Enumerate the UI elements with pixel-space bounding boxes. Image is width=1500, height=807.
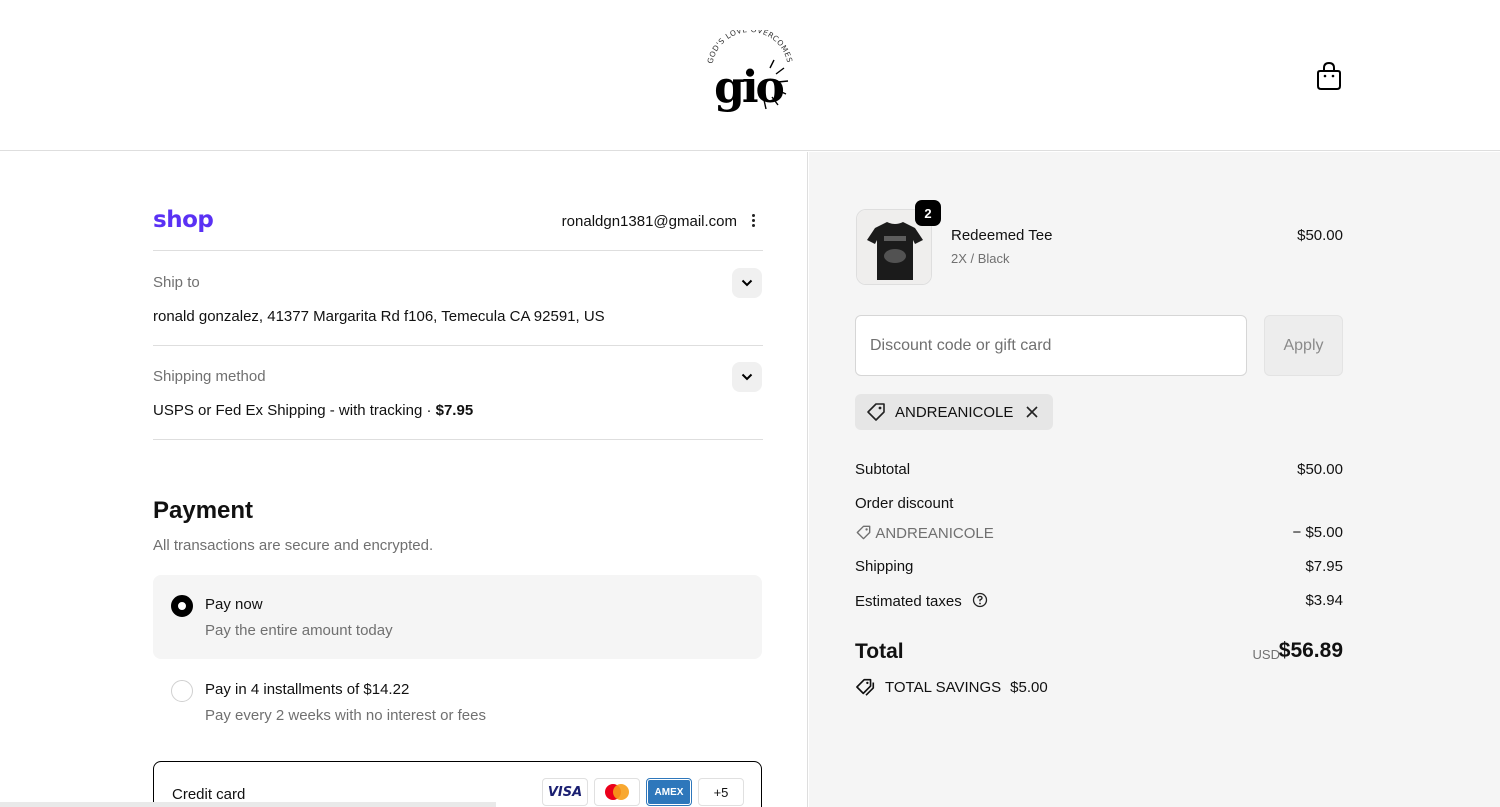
amex-icon: AMEX (646, 778, 692, 806)
shipping-label: Shipping (855, 558, 914, 575)
chevron-down-icon (741, 373, 753, 381)
total-savings-label: TOTAL SAVINGS (885, 678, 1002, 696)
discount-code-row: ANDREANICOLE − $5.00 (855, 524, 1343, 542)
taxes-label: Estimated taxes (855, 593, 962, 610)
shipping-method-text: USPS or Fed Ex Shipping - with tracking … (153, 402, 436, 419)
shopping-bag-icon[interactable] (1314, 60, 1344, 92)
product-variant: 2X / Black (951, 251, 1010, 266)
account-email: ronaldgn1381@gmail.com (561, 213, 737, 230)
pay-now-title: Pay now (205, 596, 263, 613)
scrollbar-track[interactable] (0, 802, 496, 807)
shipping-method-price: $7.95 (435, 402, 474, 419)
total-amount: $56.89 (1278, 639, 1343, 662)
divider (153, 250, 763, 251)
tags-icon (856, 678, 875, 696)
total-currency: USD (1252, 647, 1280, 662)
payment-title: Payment (153, 497, 254, 524)
total-savings-row: TOTAL SAVINGS $5.00 (855, 677, 1048, 697)
ship-to-label: Ship to (153, 274, 200, 291)
quantity-badge: 2 (915, 200, 941, 226)
store-header: GOD'S LOVE OVERCOMES gio (0, 0, 1500, 151)
subtotal-amount: $50.00 (1297, 461, 1343, 478)
credit-card-option[interactable]: Credit card VISA AMEX +5 (153, 761, 762, 807)
subtotal-row: Subtotal $50.00 (855, 461, 1343, 478)
ship-to-expand-button[interactable] (732, 268, 762, 298)
pay-now-radio[interactable] (171, 595, 193, 617)
applied-discount-chip: ANDREANICOLE (855, 394, 1053, 430)
taxes-row: Estimated taxes $3.94 (855, 592, 1343, 610)
svg-text:gio: gio (714, 62, 783, 113)
pay-now-option[interactable]: Pay now Pay the entire amount today (153, 575, 762, 659)
shipping-row: Shipping $7.95 (855, 558, 1343, 575)
ship-to-address: ronald gonzalez, 41377 Margarita Rd f106… (153, 308, 605, 325)
taxes-amount: $3.94 (1305, 592, 1343, 609)
shipping-amount: $7.95 (1305, 558, 1343, 575)
product-price: $50.00 (1297, 227, 1343, 244)
shipping-method-value: USPS or Fed Ex Shipping - with tracking … (153, 402, 473, 419)
shop-pay-logo: shop (153, 207, 214, 233)
total-savings-amount: $5.00 (1010, 678, 1048, 696)
subtotal-label: Subtotal (855, 461, 911, 478)
tag-icon (856, 525, 871, 540)
chevron-down-icon (741, 279, 753, 287)
remove-discount-button[interactable] (1023, 403, 1041, 421)
visa-icon: VISA (542, 778, 588, 806)
more-cards-badge: +5 (698, 778, 744, 806)
product-name: Redeemed Tee (951, 227, 1053, 244)
applied-discount-code: ANDREANICOLE (895, 403, 1014, 421)
tag-icon (867, 403, 885, 421)
apply-discount-button[interactable]: Apply (1264, 315, 1343, 376)
divider (153, 345, 763, 346)
brand-logo[interactable]: GOD'S LOVE OVERCOMES gio (700, 30, 796, 114)
account-menu-icon[interactable] (747, 212, 759, 232)
discount-code-label: ANDREANICOLE (875, 525, 994, 542)
shipping-method-label: Shipping method (153, 368, 266, 385)
close-icon (1026, 406, 1038, 418)
visa-label: VISA (547, 784, 583, 800)
pay-installments-subtitle: Pay every 2 weeks with no interest or fe… (205, 707, 486, 724)
pay-installments-radio[interactable] (171, 680, 193, 702)
pay-now-subtitle: Pay the entire amount today (205, 622, 393, 639)
order-discount-label: Order discount (855, 495, 954, 512)
mastercard-icon (594, 778, 640, 806)
help-circle-icon[interactable] (972, 592, 988, 608)
order-discount-row: Order discount (855, 495, 1343, 512)
amex-label: AMEX (648, 780, 690, 804)
total-label: Total (855, 640, 904, 663)
checkout-main: shop ronaldgn1381@gmail.com Ship to rona… (0, 152, 808, 807)
order-summary: 2 Redeemed Tee 2X / Black $50.00 Apply A… (809, 152, 1500, 807)
more-cards-count: +5 (713, 784, 729, 800)
discount-code-input[interactable] (855, 315, 1247, 376)
svg-text:GOD'S LOVE OVERCOMES: GOD'S LOVE OVERCOMES (706, 30, 795, 64)
discount-amount: − $5.00 (1292, 524, 1343, 541)
pay-installments-title: Pay in 4 installments of $14.22 (205, 681, 410, 698)
credit-card-label: Credit card (172, 786, 246, 803)
pay-installments-option[interactable]: Pay in 4 installments of $14.22 Pay ever… (153, 660, 762, 744)
divider (153, 439, 763, 440)
payment-subtitle: All transactions are secure and encrypte… (153, 537, 434, 554)
shipping-method-expand-button[interactable] (732, 362, 762, 392)
